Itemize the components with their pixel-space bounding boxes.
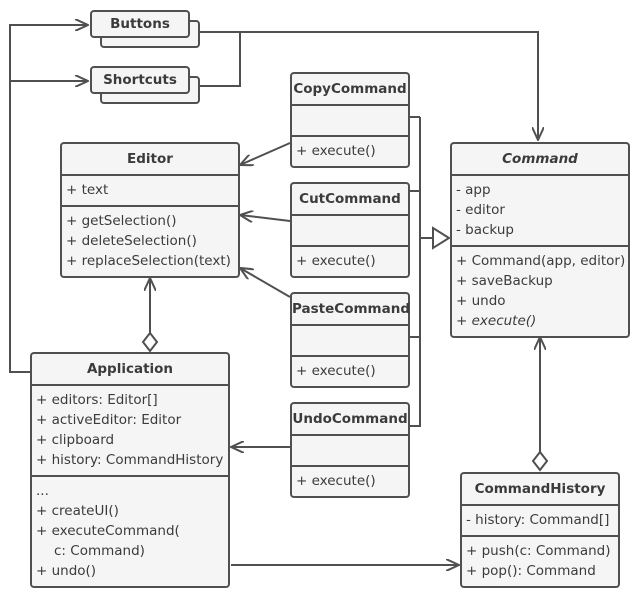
paste-command-fields	[292, 326, 408, 357]
editor-class-name: Editor	[62, 144, 238, 176]
cut-command-fields	[292, 216, 408, 247]
cut-to-editor-line	[240, 215, 291, 221]
abstract-method: + execute()	[456, 313, 537, 329]
paste-command-class: PasteCommand + execute()	[290, 292, 410, 388]
method: + execute()	[296, 473, 376, 489]
method: + getSelection()	[66, 213, 177, 229]
method: + undo()	[36, 563, 97, 579]
paste-command-class-name: PasteCommand	[292, 294, 410, 326]
undo-inherit-line	[409, 117, 421, 427]
undo-command-class: UndoCommand + execute()	[290, 402, 410, 498]
shortcuts-join-line	[200, 32, 241, 87]
copy-command-class: CopyCommand + execute()	[290, 72, 410, 168]
field: + clipboard	[36, 432, 115, 448]
field: + activeEditor: Editor	[36, 412, 182, 428]
application-methods: ... + createUI() + executeCommand( c: Co…	[32, 477, 228, 586]
method: + createUI()	[36, 503, 119, 519]
cut-command-class: CutCommand + execute()	[290, 182, 410, 278]
buttons-stack: Buttons	[90, 10, 202, 50]
editor-class: Editor + text + getSelection() + deleteS…	[60, 142, 240, 278]
method: c: Command)	[54, 543, 145, 559]
method: + execute()	[296, 143, 376, 159]
undo-command-fields	[292, 436, 408, 467]
editor-fields: + text	[62, 176, 238, 207]
inheritance-triangle-icon	[432, 226, 451, 250]
shortcuts-stack: Shortcuts	[90, 66, 202, 106]
undo-command-methods: + execute()	[292, 467, 408, 496]
application-class: Application + editors: Editor[] + active…	[30, 352, 230, 588]
field: - app	[456, 182, 491, 198]
field: + editors: Editor[]	[36, 392, 158, 408]
field: - editor	[456, 202, 505, 218]
copy-command-methods: + execute()	[292, 137, 408, 166]
method: + push(c: Command)	[466, 543, 611, 559]
aggregation-diamond-icon	[141, 331, 159, 353]
aggregation-diamond-icon	[531, 450, 549, 472]
undo-command-class-name: UndoCommand	[292, 404, 408, 436]
editor-methods: + getSelection() + deleteSelection() + r…	[62, 207, 238, 276]
buttons-class: Buttons	[90, 10, 190, 38]
method: ...	[36, 483, 49, 499]
method: + replaceSelection(text)	[66, 253, 231, 269]
command-fields: - app - editor - backup	[452, 176, 628, 247]
command-methods: + Command(app, editor) + saveBackup + un…	[452, 247, 628, 336]
field: + text	[66, 182, 109, 198]
copy-command-fields	[292, 106, 408, 137]
command-history-class: CommandHistory - history: Command[] + pu…	[460, 472, 620, 588]
command-history-fields: - history: Command[]	[462, 506, 618, 537]
command-history-class-name: CommandHistory	[462, 474, 618, 506]
cut-command-methods: + execute()	[292, 247, 408, 276]
shortcuts-class: Shortcuts	[90, 66, 190, 94]
command-class-name: Command	[452, 144, 628, 176]
field: - history: Command[]	[466, 512, 610, 528]
cut-command-class-name: CutCommand	[292, 184, 408, 216]
application-fields: + editors: Editor[] + activeEditor: Edit…	[32, 386, 228, 477]
method: + saveBackup	[456, 273, 553, 289]
method: + Command(app, editor)	[456, 253, 626, 269]
method: + undo	[456, 293, 506, 309]
paste-to-editor-line	[240, 268, 291, 298]
paste-command-methods: + execute()	[292, 357, 408, 386]
application-class-name: Application	[32, 354, 228, 386]
field: + history: CommandHistory	[36, 452, 224, 468]
copy-to-editor-line	[240, 142, 291, 165]
command-history-methods: + push(c: Command) + pop(): Command	[462, 537, 618, 586]
method: + deleteSelection()	[66, 233, 197, 249]
copy-command-class-name: CopyCommand	[292, 74, 408, 106]
method: + execute()	[296, 253, 376, 269]
method: + executeCommand(	[36, 523, 180, 539]
command-class: Command - app - editor - backup + Comman…	[450, 142, 630, 338]
method: + pop(): Command	[466, 563, 596, 579]
method: + execute()	[296, 363, 376, 379]
field: - backup	[456, 222, 514, 238]
